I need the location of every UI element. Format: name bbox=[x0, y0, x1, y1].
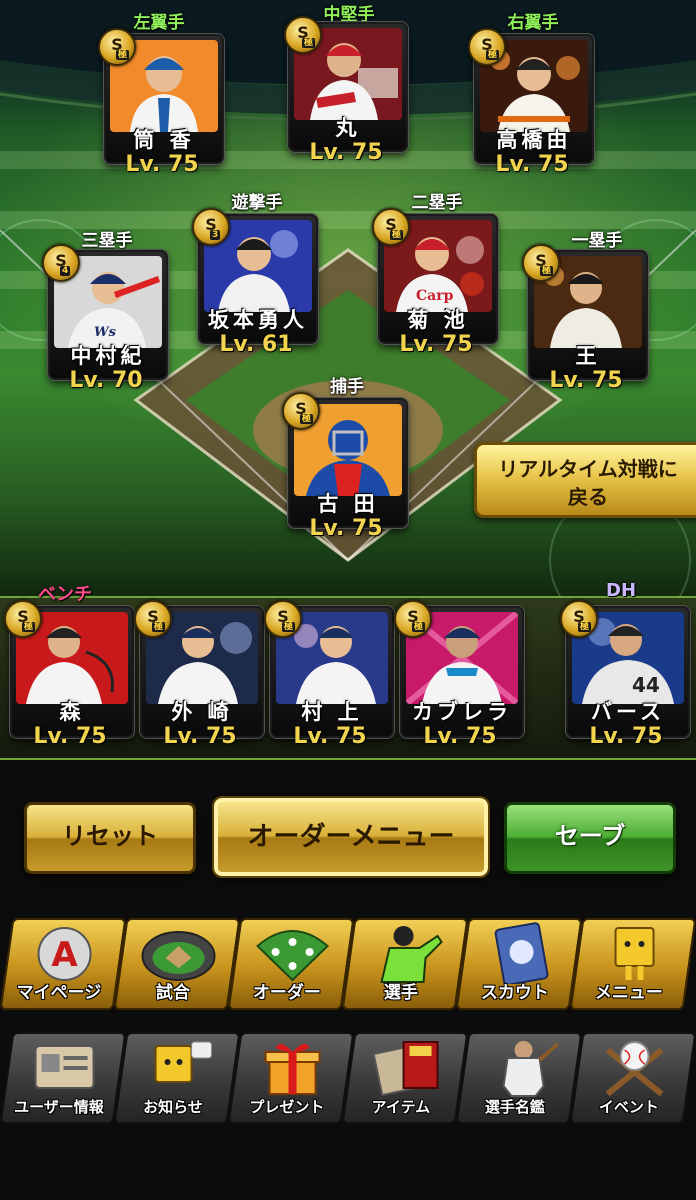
rank-badge: S極 bbox=[522, 244, 560, 282]
nav-user-info[interactable]: ユーザー情報 bbox=[0, 1032, 127, 1124]
reset-button[interactable]: リセット bbox=[24, 802, 196, 874]
player-level: Lv. 70 bbox=[69, 368, 143, 393]
user-info-icon bbox=[34, 1045, 95, 1089]
rank-badge: S極 bbox=[560, 600, 598, 638]
rank-badge: S極 bbox=[394, 600, 432, 638]
position-label-third-base: 三塁手 bbox=[81, 231, 133, 251]
menu-icon bbox=[614, 927, 655, 980]
position-label-left-field: 左翼手 bbox=[133, 13, 185, 33]
rank-badge: S極 bbox=[134, 600, 172, 638]
order-icon bbox=[256, 930, 330, 982]
player-level: Lv. 75 bbox=[495, 152, 569, 177]
svg-text:A: A bbox=[51, 935, 78, 975]
player-name: 森 bbox=[59, 700, 85, 724]
order-menu-button[interactable]: オーダーメニュー bbox=[212, 796, 490, 878]
mypage-icon: A bbox=[37, 927, 92, 981]
rank-badge: S極 bbox=[284, 16, 322, 54]
nav-present[interactable]: プレゼント bbox=[227, 1032, 355, 1124]
player-level: Lv. 75 bbox=[33, 724, 107, 749]
svg-text:Carp: Carp bbox=[416, 288, 454, 304]
nav-scout[interactable]: スカウト bbox=[455, 918, 583, 1010]
position-label-first-base: 一塁手 bbox=[571, 231, 623, 251]
player-name: 筒 香 bbox=[133, 128, 195, 152]
nav-news[interactable]: お知らせ bbox=[113, 1032, 241, 1124]
rank-badge: S極 bbox=[282, 392, 320, 430]
nav-mypage[interactable]: A マイページ bbox=[0, 918, 127, 1010]
player-level: Lv. 75 bbox=[293, 724, 367, 749]
player-level: Lv. 61 bbox=[219, 332, 293, 357]
player-name: バース bbox=[591, 700, 665, 724]
item-icon bbox=[372, 1041, 439, 1097]
player-name: 王 bbox=[575, 344, 601, 368]
scout-icon bbox=[494, 922, 549, 984]
event-icon bbox=[605, 1041, 664, 1097]
svg-text:44: 44 bbox=[632, 673, 660, 697]
nav-event[interactable]: イベント bbox=[569, 1032, 696, 1124]
position-label-shortstop: 遊撃手 bbox=[231, 193, 283, 213]
nav-player[interactable]: 選手 bbox=[341, 918, 469, 1010]
player-guide-icon bbox=[502, 1041, 559, 1097]
nav-menu[interactable]: メニュー bbox=[569, 918, 696, 1010]
player-name: 中村紀 bbox=[70, 344, 146, 368]
player-level: Lv. 75 bbox=[589, 724, 663, 749]
realtime-button-line2: 戻る bbox=[568, 485, 608, 509]
save-button[interactable]: セーブ bbox=[504, 802, 676, 874]
player-name: 坂本勇人 bbox=[208, 308, 308, 332]
rank-badge: S極 bbox=[372, 208, 410, 246]
player-level: Lv. 75 bbox=[309, 140, 383, 165]
player-name: 古 田 bbox=[317, 492, 379, 516]
primary-nav: A マイページ 試合 オーダー 選手 スカウト メニュー bbox=[0, 916, 696, 1012]
realtime-button-line1: リアルタイム対戦に bbox=[498, 457, 678, 481]
player-level: Lv. 75 bbox=[163, 724, 237, 749]
player-level: Lv. 75 bbox=[125, 152, 199, 177]
stadium-icon bbox=[141, 931, 216, 981]
svg-text:Ws: Ws bbox=[94, 325, 117, 340]
player-level: Lv. 75 bbox=[309, 516, 383, 541]
nav-order[interactable]: オーダー bbox=[227, 918, 355, 1010]
player-level: Lv. 75 bbox=[549, 368, 623, 393]
nav-game[interactable]: 試合 bbox=[113, 918, 241, 1010]
secondary-nav: ユーザー情報 お知らせ プレゼント アイテム 選手名鑑 イベント bbox=[0, 1030, 696, 1126]
player-level: Lv. 75 bbox=[423, 724, 497, 749]
position-label-catcher: 捕手 bbox=[330, 377, 364, 397]
player-name: 高橋由 bbox=[496, 128, 572, 152]
present-icon bbox=[264, 1043, 321, 1095]
position-label-right-field: 右翼手 bbox=[507, 13, 559, 33]
rank-badge: S4 bbox=[42, 244, 80, 282]
rank-badge: S極 bbox=[98, 28, 136, 66]
nav-item[interactable]: アイテム bbox=[341, 1032, 469, 1124]
player-name: 村 上 bbox=[301, 700, 363, 724]
nav-player-guide[interactable]: 選手名鑑 bbox=[455, 1032, 583, 1124]
position-label-center-field: 中堅手 bbox=[323, 5, 375, 25]
dh-label: DH bbox=[606, 580, 637, 601]
player-name: 丸 bbox=[335, 116, 361, 140]
rank-badge: S3 bbox=[192, 208, 230, 246]
position-label-second-base: 二塁手 bbox=[411, 193, 463, 213]
rank-badge: S極 bbox=[468, 28, 506, 66]
player-name: 菊 池 bbox=[407, 308, 469, 332]
bench-label: ベンチ bbox=[38, 584, 92, 605]
player-icon bbox=[380, 926, 443, 983]
baseball-field: 左翼手 筒 香 S極 Lv. 75 中堅手 丸 S 極 Lv. 75 右翼手 高… bbox=[0, 0, 696, 600]
player-name: カブレラ bbox=[412, 700, 512, 724]
player-level: Lv. 75 bbox=[399, 332, 473, 357]
realtime-battle-return-button[interactable]: リアルタイム対戦に 戻る bbox=[474, 442, 696, 518]
rank-badge: S極 bbox=[264, 600, 302, 638]
player-name: 外 崎 bbox=[171, 700, 233, 724]
news-icon bbox=[154, 1041, 213, 1083]
rank-badge: S極 bbox=[4, 600, 42, 638]
bench-panel: ベンチ DH 森 S極 Lv. 75 外 崎 S極 Lv. 75 村 上 S 極… bbox=[0, 580, 696, 760]
